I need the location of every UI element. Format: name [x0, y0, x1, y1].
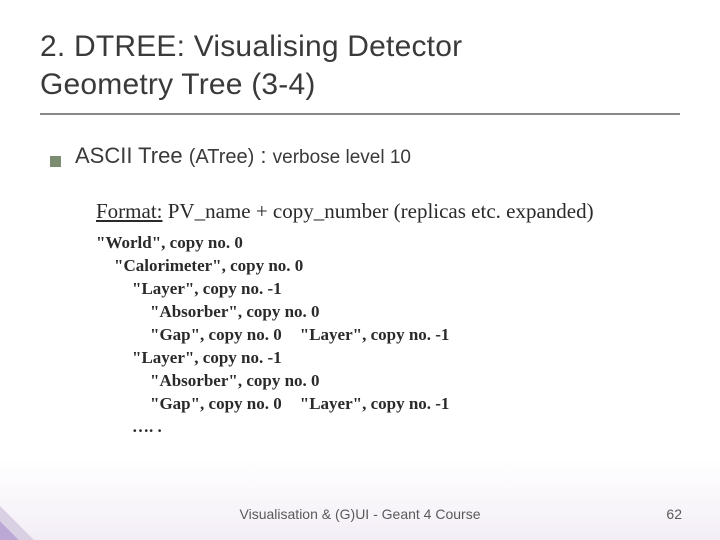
- bullet-paren: (ATree): [189, 146, 255, 168]
- bullet-verbose: verbose level 10: [273, 147, 411, 168]
- tree-line-part: "Layer", copy no. -1: [300, 394, 450, 413]
- format-rest: PV_name + copy_number (replicas etc. exp…: [163, 199, 594, 223]
- footer-text: Visualisation & (G)UI - Geant 4 Course: [240, 506, 481, 522]
- tree-line: "World", copy no. 0: [96, 232, 680, 255]
- tree-line: "Layer", copy no. -1: [96, 278, 680, 301]
- footer: Visualisation & (G)UI - Geant 4 Course 6…: [0, 506, 720, 522]
- slide-title: 2. DTREE: Visualising Detector Geometry …: [40, 28, 680, 103]
- tree-line: "Absorber", copy no. 0: [96, 301, 680, 324]
- tree-line: "Calorimeter", copy no. 0: [96, 255, 680, 278]
- tree-line: …. .: [96, 416, 680, 439]
- tree-line-part: "Gap", copy no. 0: [150, 394, 282, 413]
- title-underline: [40, 113, 680, 115]
- page-number: 62: [666, 506, 682, 522]
- tree-line: "Absorber", copy no. 0: [96, 370, 680, 393]
- title-line-2: Geometry Tree (3-4): [40, 68, 316, 101]
- format-label: Format:: [96, 199, 163, 223]
- ascii-tree: "World", copy no. 0 "Calorimeter", copy …: [96, 232, 680, 438]
- slide: 2. DTREE: Visualising Detector Geometry …: [0, 0, 720, 438]
- tree-line: "Gap", copy no. 0 "Layer", copy no. -1: [96, 393, 680, 416]
- format-line: Format: PV_name + copy_number (replicas …: [96, 199, 680, 224]
- bullet-text: ASCII Tree (ATree) : verbose level 10: [75, 143, 411, 169]
- bullet-row: ASCII Tree (ATree) : verbose level 10: [50, 143, 680, 169]
- square-bullet-icon: [50, 156, 61, 167]
- slide-body: ASCII Tree (ATree) : verbose level 10 Fo…: [40, 143, 680, 438]
- tree-line-part: "Layer", copy no. -1: [300, 325, 450, 344]
- bullet-main: ASCII Tree: [75, 143, 183, 168]
- tree-line: "Layer", copy no. -1: [96, 347, 680, 370]
- corner-fold-icon: [0, 506, 34, 540]
- title-line-1: 2. DTREE: Visualising Detector: [40, 30, 462, 63]
- tree-line-part: "Gap", copy no. 0: [150, 325, 282, 344]
- bullet-colon: :: [254, 143, 272, 168]
- tree-line: "Gap", copy no. 0 "Layer", copy no. -1: [96, 324, 680, 347]
